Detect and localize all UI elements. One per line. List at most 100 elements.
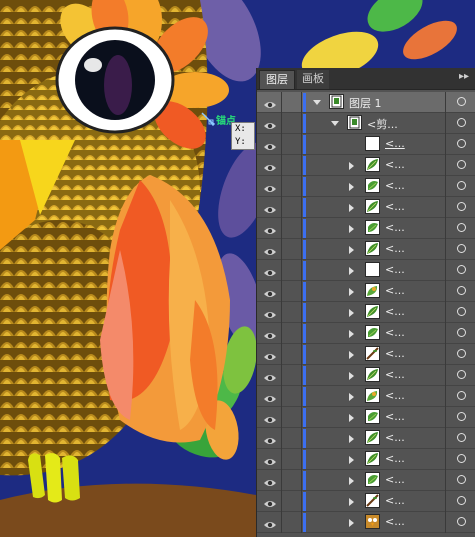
visibility-eye-icon[interactable] bbox=[263, 307, 277, 318]
layer-row[interactable]: <... bbox=[257, 512, 475, 533]
layer-name[interactable]: <... bbox=[385, 263, 405, 276]
layer-name[interactable]: 图层 1 bbox=[349, 95, 382, 111]
layer-row[interactable]: <... bbox=[257, 365, 475, 386]
layer-target-icon[interactable] bbox=[457, 454, 466, 463]
layer-row[interactable]: <... bbox=[257, 428, 475, 449]
visibility-eye-icon[interactable] bbox=[263, 349, 277, 360]
visibility-eye-icon[interactable] bbox=[263, 328, 277, 339]
visibility-eye-icon[interactable] bbox=[263, 517, 277, 528]
visibility-eye-icon[interactable] bbox=[263, 244, 277, 255]
layer-row[interactable]: <... bbox=[257, 407, 475, 428]
layer-target-icon[interactable] bbox=[457, 118, 466, 127]
layer-row[interactable]: <... bbox=[257, 197, 475, 218]
layer-target-icon[interactable] bbox=[457, 496, 466, 505]
layer-name[interactable]: <... bbox=[385, 200, 405, 213]
layer-target-icon[interactable] bbox=[457, 265, 466, 274]
expand-arrow-right-icon[interactable] bbox=[349, 246, 354, 254]
layer-target-icon[interactable] bbox=[457, 475, 466, 484]
layer-row[interactable]: <... bbox=[257, 176, 475, 197]
layer-row[interactable]: <... bbox=[257, 386, 475, 407]
layer-row[interactable]: <... bbox=[257, 449, 475, 470]
visibility-eye-icon[interactable] bbox=[263, 370, 277, 381]
expand-arrow-right-icon[interactable] bbox=[349, 162, 354, 170]
layer-name[interactable]: <... bbox=[385, 515, 405, 528]
layer-target-icon[interactable] bbox=[457, 370, 466, 379]
layer-name[interactable]: <... bbox=[385, 326, 405, 339]
layer-target-icon[interactable] bbox=[457, 307, 466, 316]
layer-row[interactable]: <... bbox=[257, 491, 475, 512]
layer-target-icon[interactable] bbox=[457, 328, 466, 337]
expand-arrow-right-icon[interactable] bbox=[349, 435, 354, 443]
layer-row[interactable]: <... bbox=[257, 218, 475, 239]
visibility-eye-icon[interactable] bbox=[263, 286, 277, 297]
layer-name[interactable]: <... bbox=[385, 284, 405, 297]
layer-target-icon[interactable] bbox=[457, 160, 466, 169]
expand-arrow-right-icon[interactable] bbox=[349, 351, 354, 359]
layer-name[interactable]: <剪... bbox=[367, 116, 398, 132]
layer-name[interactable]: <... bbox=[385, 410, 405, 423]
visibility-eye-icon[interactable] bbox=[263, 181, 277, 192]
layer-row[interactable]: <... bbox=[257, 281, 475, 302]
layer-row[interactable]: <... bbox=[257, 134, 475, 155]
expand-arrow-right-icon[interactable] bbox=[349, 498, 354, 506]
expand-arrow-right-icon[interactable] bbox=[349, 372, 354, 380]
layer-name[interactable]: <... bbox=[385, 137, 405, 150]
layer-target-icon[interactable] bbox=[457, 202, 466, 211]
layer-name[interactable]: <... bbox=[385, 389, 405, 402]
expand-arrow-right-icon[interactable] bbox=[349, 456, 354, 464]
layer-row[interactable]: <... bbox=[257, 239, 475, 260]
expand-arrow-right-icon[interactable] bbox=[349, 183, 354, 191]
layer-row[interactable]: <... bbox=[257, 344, 475, 365]
layer-target-icon[interactable] bbox=[457, 181, 466, 190]
expand-arrow-right-icon[interactable] bbox=[349, 204, 354, 212]
layer-name[interactable]: <... bbox=[385, 347, 405, 360]
expand-arrow-right-icon[interactable] bbox=[349, 519, 354, 527]
layer-name[interactable]: <... bbox=[385, 368, 405, 381]
visibility-eye-icon[interactable] bbox=[263, 412, 277, 423]
layer-row[interactable]: <... bbox=[257, 155, 475, 176]
layer-name[interactable]: <... bbox=[385, 494, 405, 507]
layer-row[interactable]: <... bbox=[257, 323, 475, 344]
expand-arrow-down-icon[interactable] bbox=[313, 100, 321, 105]
layer-target-icon[interactable] bbox=[457, 391, 466, 400]
visibility-eye-icon[interactable] bbox=[263, 118, 277, 129]
layer-row[interactable]: <... bbox=[257, 260, 475, 281]
layer-name[interactable]: <... bbox=[385, 158, 405, 171]
expand-arrow-right-icon[interactable] bbox=[349, 288, 354, 296]
layer-target-icon[interactable] bbox=[457, 286, 466, 295]
visibility-eye-icon[interactable] bbox=[263, 223, 277, 234]
panel-menu-icon[interactable]: ▸▸ bbox=[459, 71, 469, 82]
layer-name[interactable]: <... bbox=[385, 452, 405, 465]
layer-target-icon[interactable] bbox=[457, 97, 466, 106]
visibility-eye-icon[interactable] bbox=[263, 496, 277, 507]
layer-name[interactable]: <... bbox=[385, 473, 405, 486]
layer-row[interactable]: <剪... bbox=[257, 113, 475, 134]
expand-arrow-right-icon[interactable] bbox=[349, 309, 354, 317]
expand-arrow-right-icon[interactable] bbox=[349, 477, 354, 485]
expand-arrow-right-icon[interactable] bbox=[349, 330, 354, 338]
layer-name[interactable]: <... bbox=[385, 242, 405, 255]
layer-row[interactable]: <... bbox=[257, 470, 475, 491]
visibility-eye-icon[interactable] bbox=[263, 202, 277, 213]
layer-target-icon[interactable] bbox=[457, 223, 466, 232]
expand-arrow-right-icon[interactable] bbox=[349, 267, 354, 275]
layer-target-icon[interactable] bbox=[457, 349, 466, 358]
visibility-eye-icon[interactable] bbox=[263, 433, 277, 444]
expand-arrow-right-icon[interactable] bbox=[349, 414, 354, 422]
expand-arrow-right-icon[interactable] bbox=[349, 225, 354, 233]
layer-target-icon[interactable] bbox=[457, 244, 466, 253]
layer-target-icon[interactable] bbox=[457, 139, 466, 148]
visibility-eye-icon[interactable] bbox=[263, 391, 277, 402]
layer-row-top[interactable]: 图层 1 bbox=[257, 92, 475, 113]
layer-target-icon[interactable] bbox=[457, 517, 466, 526]
visibility-eye-icon[interactable] bbox=[263, 265, 277, 276]
visibility-eye-icon[interactable] bbox=[263, 139, 277, 150]
layer-row[interactable]: <... bbox=[257, 302, 475, 323]
expand-arrow-down-icon[interactable] bbox=[331, 121, 339, 126]
visibility-eye-icon[interactable] bbox=[263, 97, 277, 108]
layer-name[interactable]: <... bbox=[385, 431, 405, 444]
expand-arrow-right-icon[interactable] bbox=[349, 393, 354, 401]
layer-name[interactable]: <... bbox=[385, 305, 405, 318]
layer-target-icon[interactable] bbox=[457, 412, 466, 421]
visibility-eye-icon[interactable] bbox=[263, 160, 277, 171]
